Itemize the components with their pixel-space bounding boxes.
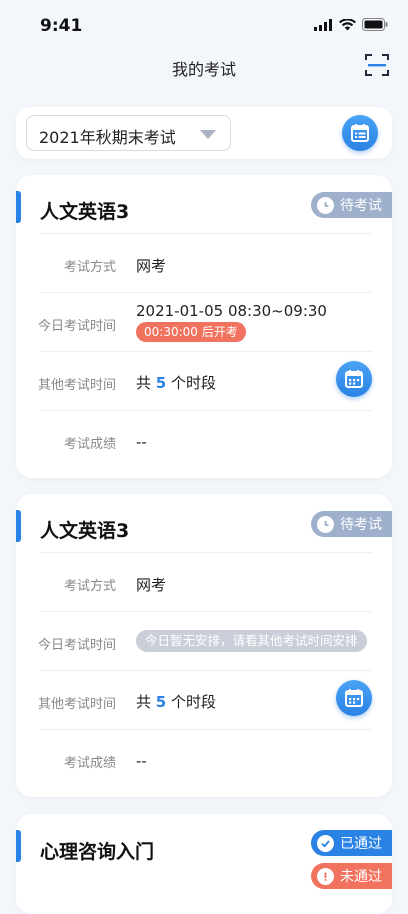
status-badge-pending: 待考试 [311,511,392,537]
signal-icon [314,18,332,31]
exclamation-icon [317,867,334,885]
label-today-time: 今日考试时间 [37,638,116,653]
divider [40,670,372,671]
exam-method-value: 网考 [136,576,167,594]
label-score: 考试成绩 [63,756,116,771]
caret-down-icon [200,130,216,139]
exam-title: 人文英语3 [40,520,130,542]
other-time-calendar-button[interactable] [336,361,372,397]
score-value: -- [136,752,147,770]
clock-icon [317,196,334,214]
scan-icon [365,54,389,76]
no-schedule-badge: 今日暂无安排，请看其他考试时间安排 [136,630,367,652]
calendar-list-icon [351,124,369,142]
exam-term-select[interactable]: 2021年秋期末考试 [26,115,231,151]
countdown-badge: 00:30:00 后开考 [136,322,246,342]
exam-card[interactable]: 人文英语3 待考试 考试方式 网考 今日考试时间 2021-01-05 08:3… [16,175,392,478]
label-other-time: 其他考试时间 [37,378,116,393]
exam-card[interactable]: 人文英语3 待考试 考试方式 网考 今日考试时间 今日暂无安排，请看其他考试时间… [16,494,392,797]
other-time-suffix: 个时段 [171,693,217,711]
divider [40,351,372,352]
status-bar: 9:41 [0,0,408,50]
card-accent-bar [16,830,21,862]
card-accent-bar [16,191,21,223]
exam-title: 人文英语3 [40,201,130,223]
status-text: 待考试 [340,517,382,533]
other-time-prefix: 共 [136,693,152,711]
exam-card[interactable]: 心理咨询入门 已通过 未通过 [16,814,392,914]
calendar-button[interactable] [342,115,378,151]
exam-method-value: 网考 [136,257,167,275]
status-badge-pending: 待考试 [311,192,392,218]
divider [40,611,372,612]
wifi-icon [339,18,356,30]
other-time-calendar-button[interactable] [336,680,372,716]
status-text: 未通过 [340,869,382,885]
exam-term-value: 2021年秋期末考试 [39,128,176,147]
divider [40,552,372,553]
calendar-icon [345,370,363,388]
calendar-icon [345,689,363,707]
label-score: 考试成绩 [63,437,116,452]
score-value: -- [136,433,147,451]
divider [40,233,372,234]
other-time-value: 共 5 个时段 [136,372,216,393]
other-time-count: 5 [155,374,167,392]
page-title: 我的考试 [171,60,236,79]
other-time-prefix: 共 [136,374,152,392]
status-time: 9:41 [40,16,83,36]
battery-icon [362,18,388,31]
card-accent-bar [16,510,21,542]
scan-button[interactable] [364,52,390,78]
label-other-time: 其他考试时间 [37,697,116,712]
today-time-value: 2021-01-05 08:30~09:30 [136,302,327,320]
label-today-time: 今日考试时间 [37,319,116,334]
other-time-count: 5 [155,693,167,711]
check-icon [317,834,334,852]
exam-selector-bar: 2021年秋期末考试 [16,107,392,159]
other-time-value: 共 5 个时段 [136,691,216,712]
status-text: 待考试 [340,198,382,214]
label-exam-method: 考试方式 [63,579,116,594]
clock-icon [317,515,334,533]
status-icons [314,18,388,31]
label-exam-method: 考试方式 [63,260,116,275]
other-time-suffix: 个时段 [171,374,217,392]
divider [40,292,372,293]
divider [40,410,372,411]
divider [40,729,372,730]
status-badge-passed: 已通过 [311,830,392,856]
exam-title: 心理咨询入门 [40,841,155,863]
status-text: 已通过 [340,836,382,852]
status-badge-failed: 未通过 [311,863,392,889]
